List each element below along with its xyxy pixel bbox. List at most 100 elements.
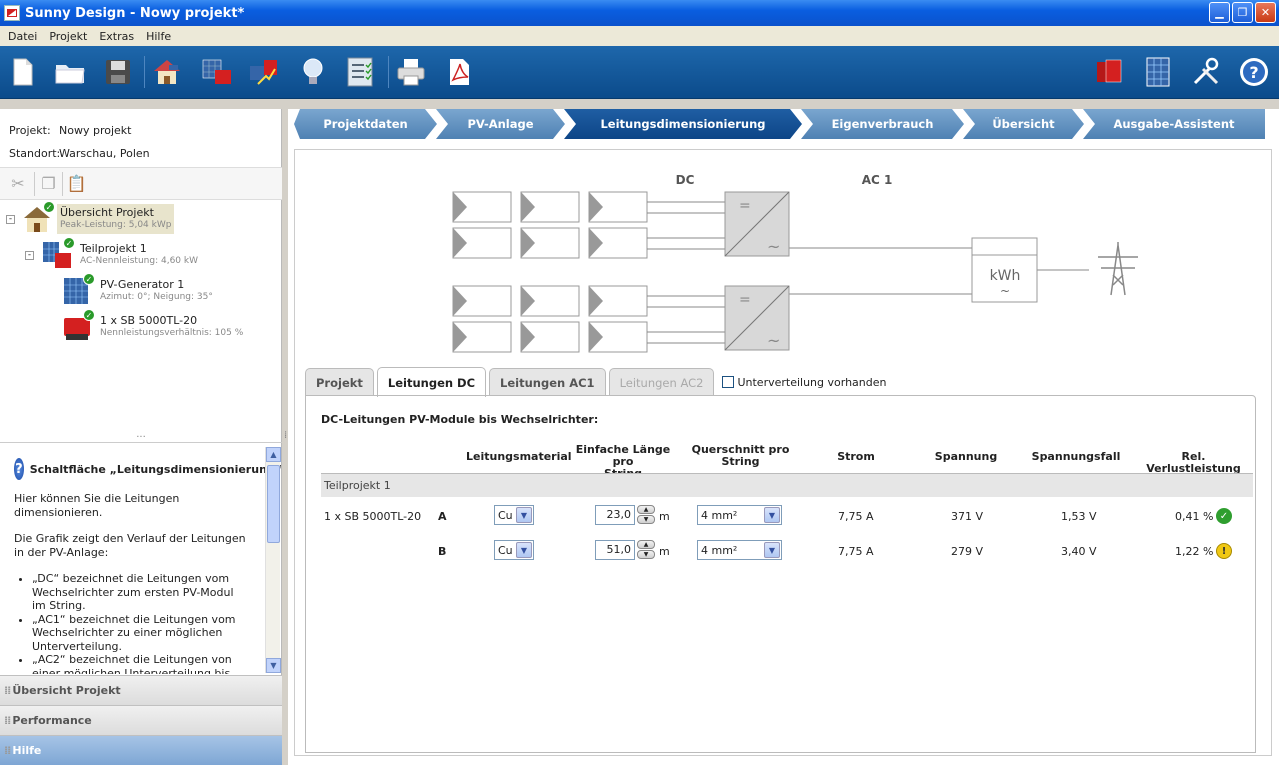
help-icon[interactable]: ?: [1237, 55, 1271, 89]
tree-subproject-1[interactable]: ✓ Teilprojekt 1 AC-Nennleistung: 4,60 kW: [42, 237, 201, 270]
header-voltage: Spannung: [934, 450, 998, 463]
new-file-icon[interactable]: [5, 55, 39, 89]
row-b-unit: m: [659, 545, 670, 558]
row-a-material-select[interactable]: Cu ▼: [494, 505, 534, 525]
pv-generator-orientation: Azimut: 0°; Neigung: 35°: [100, 292, 213, 302]
pv-module-box: [520, 227, 580, 259]
row-a-cross-select[interactable]: 4 mm² ▼: [697, 505, 782, 525]
group-label: Teilprojekt 1: [324, 479, 391, 492]
row-b-power-loss: 1,22 %: [1175, 545, 1214, 558]
help-paragraph-1: Hier können Sie die Leitungen dimensioni…: [14, 492, 180, 519]
scroll-down-icon[interactable]: ▼: [266, 658, 281, 673]
stepper-up-icon[interactable]: ▲: [637, 505, 655, 514]
cable-sizing-icon[interactable]: [247, 55, 281, 89]
header-voltage-drop: Spannungsfall: [1031, 450, 1121, 463]
tree-overview-project[interactable]: ✓ Übersicht Projekt Peak-Leistung: 5,04 k…: [22, 201, 175, 234]
subdistribution-checkbox[interactable]: Unterverteilung vorhanden: [722, 368, 886, 396]
accordion-overview[interactable]: ⁞⁞ Übersicht Projekt: [0, 675, 282, 705]
scroll-thumb[interactable]: [267, 465, 280, 543]
settings-tools-icon[interactable]: [1189, 55, 1223, 89]
scroll-up-icon[interactable]: ▲: [266, 447, 281, 462]
tab-leitungen-dc[interactable]: Leitungen DC: [376, 367, 487, 397]
header-cross-section: Querschnitt pro String: [688, 444, 793, 468]
chevron-down-icon[interactable]: ▼: [516, 542, 532, 558]
checkbox-box[interactable]: [722, 376, 735, 388]
row-a-length-stepper[interactable]: ▲ ▼: [637, 505, 655, 525]
row-a-length-input[interactable]: 23,0: [595, 505, 635, 525]
menu-extras[interactable]: Extras: [93, 30, 140, 43]
pv-system-icon[interactable]: [200, 55, 234, 89]
help-paragraph-2: Die Grafik zeigt den Verlauf der Leitung…: [14, 532, 246, 559]
help-scrollbar[interactable]: ▲ ▼: [265, 447, 281, 673]
open-folder-icon[interactable]: [53, 55, 87, 89]
step-eigenverbrauch[interactable]: Eigenverbrauch: [801, 109, 964, 139]
tree-pv-generator-1[interactable]: ✓ PV-Generator 1 Azimut: 0°; Neigung: 35°: [62, 273, 216, 306]
copy-icon[interactable]: ❐: [34, 171, 58, 196]
pv-module-icon: ✓: [62, 273, 95, 306]
dc-cables-panel: DC-Leitungen PV-Module bis Wechselrichte…: [305, 395, 1256, 753]
tab-projekt[interactable]: Projekt: [305, 368, 374, 396]
accordion-performance-label: Performance: [12, 714, 92, 727]
tree-inverter[interactable]: ✓ 1 x SB 5000TL-20 Nennleistungsverhältni…: [62, 309, 246, 342]
chevron-down-icon[interactable]: ▼: [764, 507, 780, 523]
row-a-unit: m: [659, 510, 670, 523]
project-location: Warschau, Polen: [59, 147, 150, 160]
row-b-length-stepper[interactable]: ▲ ▼: [637, 540, 655, 560]
inverter-icon: ✓: [62, 309, 95, 342]
accordion-performance[interactable]: ⁞⁞ Performance: [0, 705, 282, 735]
row-b-cross-select[interactable]: 4 mm² ▼: [697, 540, 782, 560]
menu-projekt[interactable]: Projekt: [43, 30, 93, 43]
step-pv-anlage[interactable]: PV-Anlage: [436, 109, 565, 139]
overview-icon[interactable]: [343, 55, 377, 89]
menu-hilfe[interactable]: Hilfe: [140, 30, 177, 43]
inverter-database-icon[interactable]: [1092, 55, 1126, 89]
tab-leitungen-ac2[interactable]: Leitungen AC2: [608, 368, 715, 396]
self-consumption-icon[interactable]: [296, 55, 330, 89]
chevron-down-icon[interactable]: ▼: [516, 507, 532, 523]
row-b-current: 7,75 A: [838, 545, 874, 558]
step-projektdaten[interactable]: Projektdaten: [294, 109, 437, 139]
row-a-cross-value: 4 mm²: [701, 508, 738, 522]
pv-module-box: [520, 191, 580, 223]
print-icon[interactable]: [394, 55, 428, 89]
group-row-subproject: Teilprojekt 1: [321, 473, 1253, 497]
project-home-icon[interactable]: [150, 55, 184, 89]
tab-leitungen-ac1[interactable]: Leitungen AC1: [489, 368, 606, 396]
paste-icon[interactable]: 📋: [62, 171, 86, 196]
module-database-icon[interactable]: [1141, 55, 1175, 89]
minimize-button[interactable]: ▁: [1209, 2, 1230, 23]
svg-text:~: ~: [767, 237, 780, 256]
stepper-up-icon[interactable]: ▲: [637, 540, 655, 549]
subproject-icon: ✓: [42, 237, 75, 270]
row-b-material-value: Cu: [498, 543, 513, 557]
pdf-icon[interactable]: [442, 55, 476, 89]
pv-module-box: [452, 227, 512, 259]
menu-datei[interactable]: Datei: [2, 30, 43, 43]
collapse-toggle[interactable]: -: [6, 215, 15, 224]
step-ausgabe-assistent[interactable]: Ausgabe-Assistent: [1083, 109, 1265, 139]
menu-bar: Datei Projekt Extras Hilfe: [0, 26, 1279, 46]
subdistribution-label: Unterverteilung vorhanden: [737, 375, 887, 389]
close-button[interactable]: ✕: [1255, 2, 1276, 23]
accordion-overview-label: Übersicht Projekt: [12, 684, 121, 697]
row-b-voltage-drop: 3,40 V: [1061, 545, 1097, 558]
pv-module-box: [588, 285, 648, 317]
chevron-down-icon[interactable]: ▼: [764, 542, 780, 558]
title-bar: Sunny Design - Nowy projekt* ▁ ❐ ✕: [0, 0, 1279, 26]
stepper-down-icon[interactable]: ▼: [637, 515, 655, 524]
step-leitungsdimensionierung[interactable]: Leitungsdimensionierung: [564, 109, 802, 139]
cut-icon[interactable]: ✂: [6, 172, 30, 196]
save-icon[interactable]: [101, 55, 135, 89]
row-a-current: 7,75 A: [838, 510, 874, 523]
maximize-button[interactable]: ❐: [1232, 2, 1253, 23]
collapse-toggle-sub[interactable]: -: [25, 251, 34, 260]
row-b-material-select[interactable]: Cu ▼: [494, 540, 534, 560]
step-uebersicht[interactable]: Übersicht: [963, 109, 1084, 139]
help-item-dc: „DC“ bezeichnet die Leitungen vom Wechse…: [32, 572, 246, 613]
row-a-material-value: Cu: [498, 508, 513, 522]
row-b-length-input[interactable]: 51,0: [595, 540, 635, 560]
pv-module-box: [588, 227, 648, 259]
meter-ac-symbol: ~: [1000, 284, 1010, 298]
stepper-down-icon[interactable]: ▼: [637, 550, 655, 559]
accordion-help[interactable]: ⁞⁞ Hilfe: [0, 735, 282, 765]
